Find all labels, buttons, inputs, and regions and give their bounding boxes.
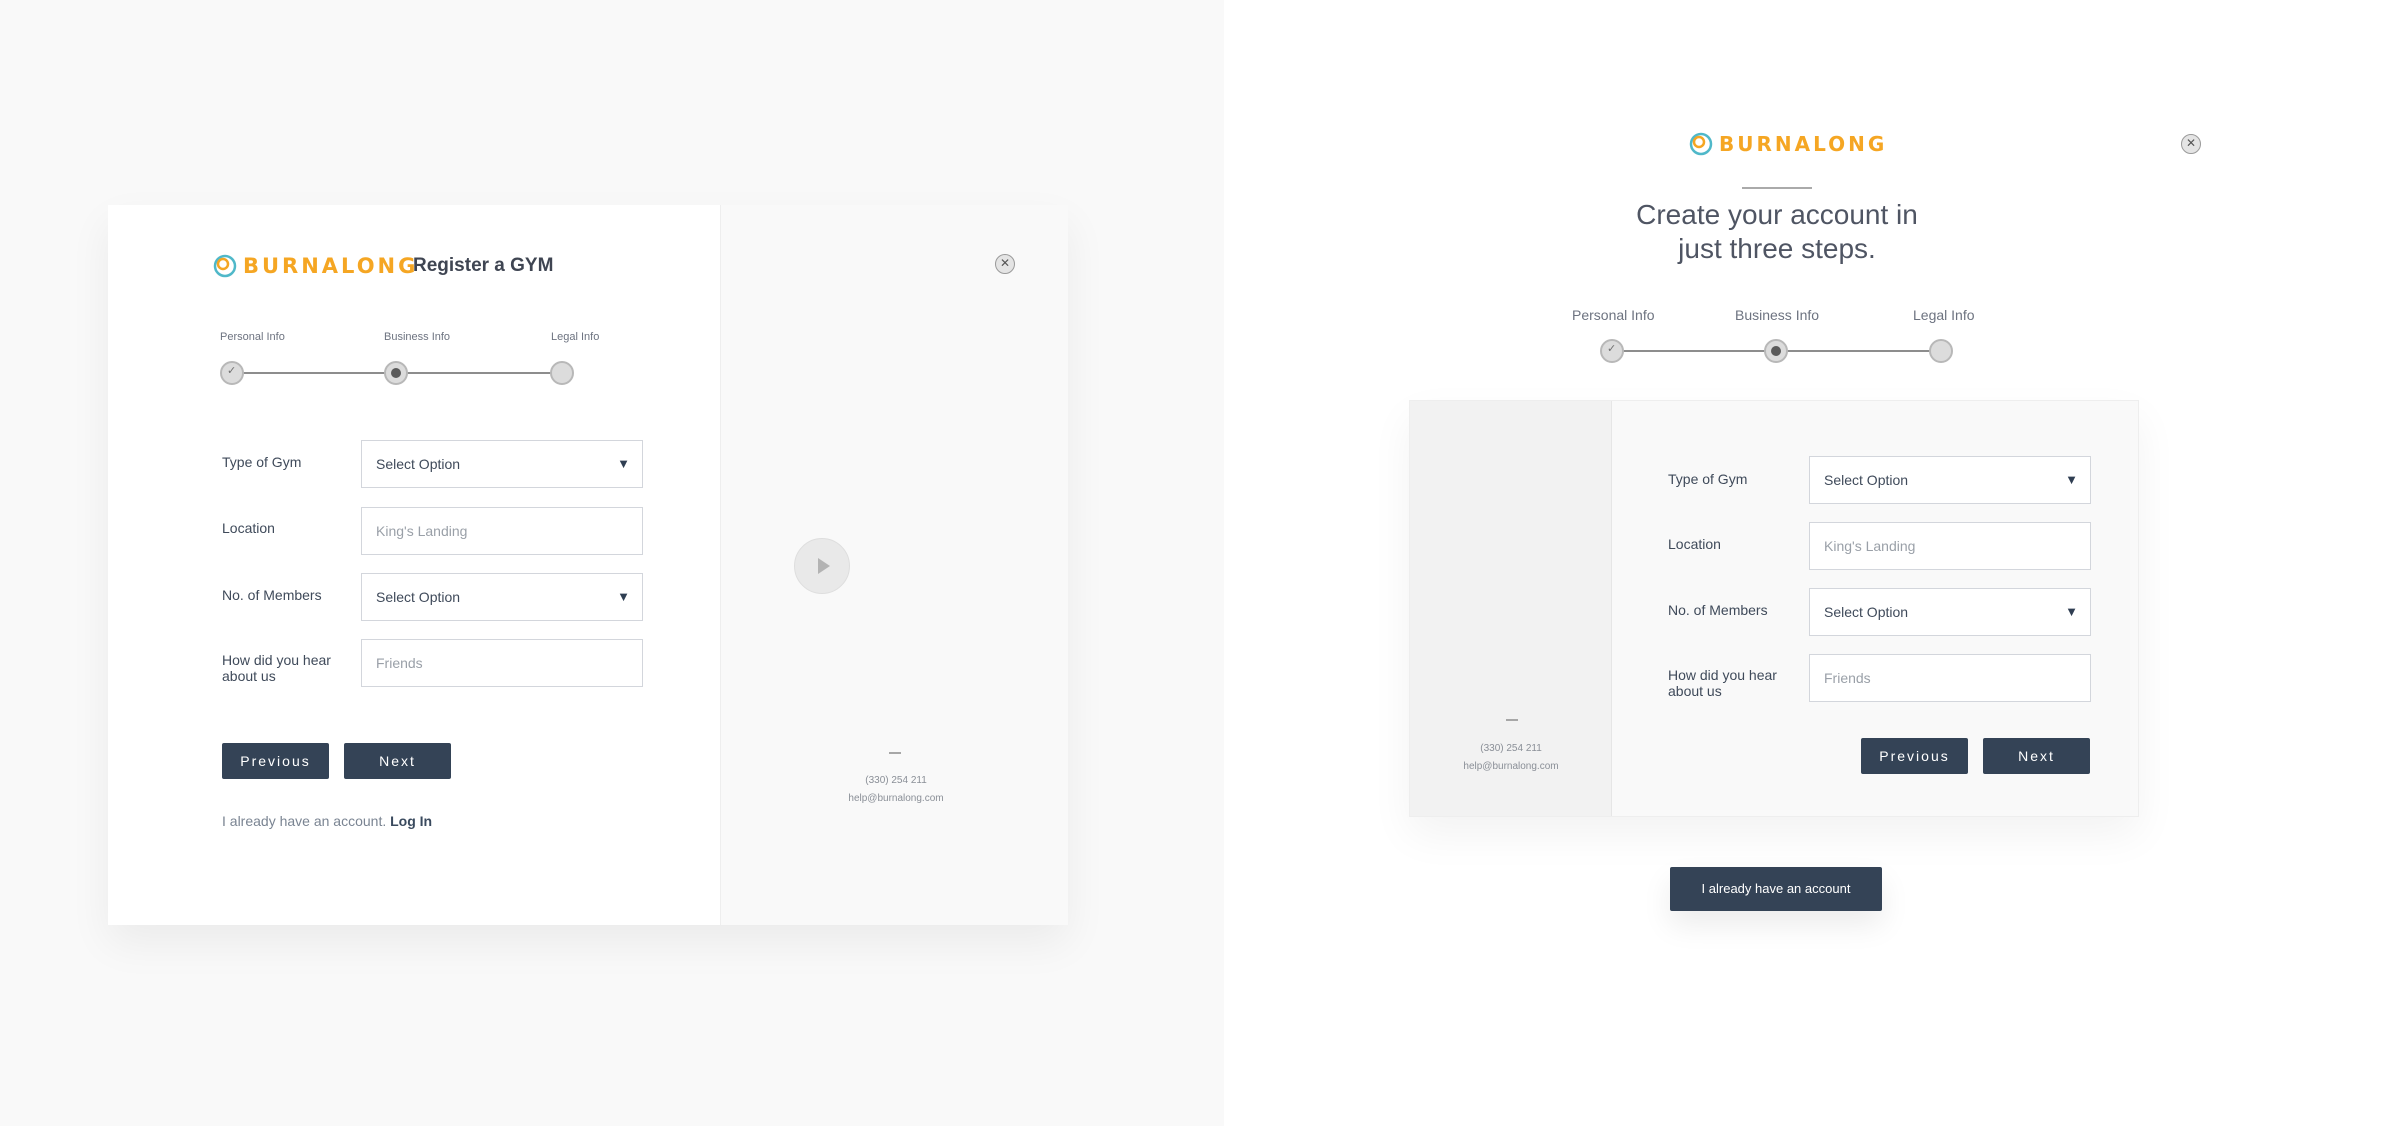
- step-legal-pending[interactable]: [550, 361, 574, 385]
- contact-phone: (330) 254 211: [1480, 743, 1542, 754]
- step-label-personal: Personal Info: [1572, 307, 1655, 323]
- type-of-gym-value: Select Option: [1824, 472, 1909, 488]
- location-input[interactable]: King's Landing: [361, 507, 643, 555]
- step-label-business: Business Info: [1735, 307, 1820, 323]
- login-prompt: I already have an account. Log In: [222, 813, 432, 829]
- type-of-gym-select[interactable]: Select Option ▼: [361, 440, 643, 488]
- close-icon[interactable]: ✕: [995, 254, 1015, 274]
- contact-email: help@burnalong.com: [848, 793, 944, 804]
- chevron-down-icon: ▼: [2065, 604, 2078, 619]
- step-label-legal: Legal Info: [1913, 307, 1975, 323]
- type-of-gym-label: Type of Gym: [222, 454, 302, 470]
- hear-label-line2: about us: [222, 668, 276, 684]
- members-value: Select Option: [1824, 604, 1909, 620]
- hear-label-line2: about us: [1668, 683, 1722, 699]
- already-have-account-button[interactable]: I already have an account: [1670, 867, 1882, 911]
- brand-name: BURNALONG: [1719, 132, 1888, 156]
- current-step-dot: [1771, 346, 1781, 356]
- location-placeholder: King's Landing: [1824, 538, 1916, 554]
- step-label-legal: Legal Info: [551, 331, 600, 343]
- contact-phone: (330) 254 211: [865, 775, 927, 786]
- members-label: No. of Members: [1668, 602, 1768, 618]
- location-label: Location: [1668, 536, 1721, 552]
- contact-email: help@burnalong.com: [1463, 761, 1559, 772]
- close-icon[interactable]: ✕: [2181, 134, 2201, 154]
- step-personal-done[interactable]: ✓: [1600, 339, 1624, 363]
- brand-name: BURNALONG: [243, 254, 419, 278]
- logo-mark-icon: [213, 254, 237, 278]
- previous-button[interactable]: Previous: [222, 743, 329, 779]
- play-icon: [818, 558, 830, 574]
- hear-label: How did you hear about us: [222, 652, 331, 684]
- location-placeholder: King's Landing: [376, 523, 468, 539]
- headline-line2: just three steps.: [1678, 233, 1876, 264]
- video-panel: [720, 205, 1068, 925]
- previous-button[interactable]: Previous: [1861, 738, 1968, 774]
- business-info-card: (330) 254 211 help@burnalong.com Type of…: [1409, 400, 2139, 817]
- step-personal-done[interactable]: ✓: [220, 361, 244, 385]
- members-select[interactable]: Select Option ▼: [1809, 588, 2091, 636]
- hear-placeholder: Friends: [1824, 670, 1871, 686]
- brand-logo: BURNALONG: [212, 253, 418, 279]
- step-business-current[interactable]: [1764, 339, 1788, 363]
- play-button[interactable]: [794, 538, 850, 594]
- headline-divider: [1742, 187, 1812, 189]
- members-select[interactable]: Select Option ▼: [361, 573, 643, 621]
- step-label-business: Business Info: [384, 331, 451, 343]
- check-icon: ✓: [227, 365, 237, 377]
- chevron-down-icon: ▼: [2065, 472, 2078, 487]
- step-business-current[interactable]: [384, 361, 408, 385]
- chevron-down-icon: ▼: [617, 456, 630, 471]
- type-of-gym-label: Type of Gym: [1668, 471, 1748, 487]
- current-step-dot: [391, 368, 401, 378]
- hear-placeholder: Friends: [376, 655, 423, 671]
- hear-input[interactable]: Friends: [361, 639, 643, 687]
- brand-logo: BURNALONG: [1688, 131, 1887, 157]
- hear-label-line1: How did you hear: [1668, 667, 1777, 683]
- login-link[interactable]: Log In: [390, 813, 432, 829]
- page-title: Create your account in just three steps.: [1577, 198, 1977, 266]
- contact-divider: [1506, 719, 1518, 721]
- check-icon: ✓: [1607, 343, 1617, 355]
- logo-mark-icon: [1689, 132, 1713, 156]
- step-legal-pending[interactable]: [1929, 339, 1953, 363]
- members-label: No. of Members: [222, 587, 322, 603]
- chevron-down-icon: ▼: [617, 589, 630, 604]
- step-label-personal: Personal Info: [220, 331, 285, 343]
- next-button[interactable]: Next: [344, 743, 451, 779]
- headline-line1: Create your account in: [1636, 199, 1918, 230]
- contact-side-panel: (330) 254 211 help@burnalong.com: [1410, 401, 1612, 816]
- contact-divider: [889, 752, 901, 754]
- next-button[interactable]: Next: [1983, 738, 2090, 774]
- location-label: Location: [222, 520, 275, 536]
- type-of-gym-value: Select Option: [376, 456, 461, 472]
- type-of-gym-select[interactable]: Select Option ▼: [1809, 456, 2091, 504]
- hear-input[interactable]: Friends: [1809, 654, 2091, 702]
- hear-label: How did you hear about us: [1668, 667, 1777, 699]
- register-gym-card: BURNALONG Register a GYM ✕ Personal Info…: [108, 205, 1068, 925]
- page-title: Register a GYM: [413, 255, 554, 276]
- hear-label-line1: How did you hear: [222, 652, 331, 668]
- members-value: Select Option: [376, 589, 461, 605]
- login-prompt-text: I already have an account.: [222, 813, 387, 829]
- location-input[interactable]: King's Landing: [1809, 522, 2091, 570]
